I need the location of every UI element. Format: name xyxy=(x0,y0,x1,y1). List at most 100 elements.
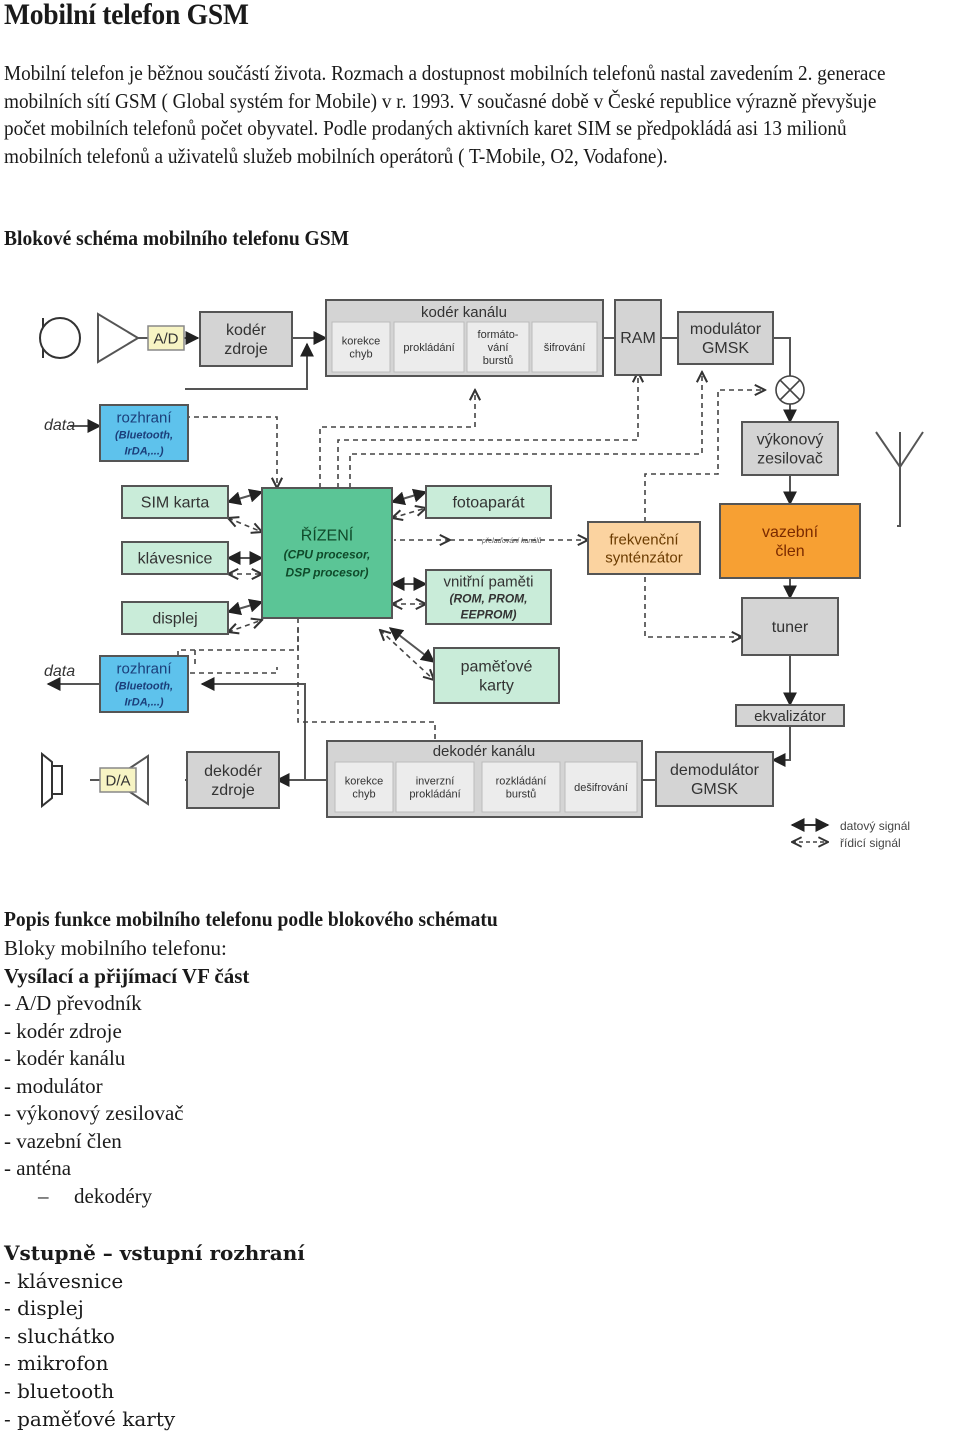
interface-in-block-label: IrDA,...) xyxy=(124,445,163,457)
channel-decoder-step: inverzníprokládání xyxy=(395,761,475,813)
io-list-item: - klávesnice xyxy=(4,1268,124,1293)
camera-block-label: fotoaparát xyxy=(452,495,525,512)
source-coder-block-label: kodér xyxy=(226,322,267,339)
io-section: Vstupně – vstupní rozhraní - klávesnice -… xyxy=(4,1240,305,1433)
rf-subitem-marker: – xyxy=(38,1183,49,1208)
rf-list-item: - anténa xyxy=(4,1156,72,1180)
interface-out-block-label: (Bluetooth, xyxy=(115,680,173,692)
source-decoder-block: dekodér zdroje xyxy=(186,751,280,809)
cpu-block: ŘÍZENÍ (CPU procesor, DSP procesor) xyxy=(261,487,393,619)
keyboard-block: klávesnice xyxy=(121,541,229,575)
channel-coder-title: kodér kanálu xyxy=(421,304,507,321)
memory-cards-block: paměťové karty xyxy=(433,647,560,704)
channel-coder-step-label: korekce xyxy=(342,335,381,347)
channel-coder-step-label: šifrování xyxy=(544,342,586,354)
gsm-block-diagram: A/D kodérzdrojekodér kanálukorekcechybpro… xyxy=(39,299,924,850)
demodulator-block-label: GMSK xyxy=(691,781,738,798)
interface-out-block-label: rozhraní xyxy=(116,660,172,677)
demodulator-block-label: demodulátor xyxy=(670,762,760,779)
channel-decoder-step-label: rozkládání xyxy=(496,775,547,787)
antenna-icon xyxy=(875,431,924,469)
interface-out-block: rozhraní (Bluetooth, IrDA,...) xyxy=(99,655,189,713)
channel-switch-label: přelaďování kanálů xyxy=(481,537,542,545)
sim-card-block: SIM karta xyxy=(121,485,229,519)
mixer-icon xyxy=(775,375,805,405)
internal-memory-block: vnitřní paměti(ROM, PROM, EEPROM) xyxy=(425,569,552,625)
ad-converter-block-label: A/D xyxy=(153,330,178,347)
channel-coder-step-label: formáto- xyxy=(478,329,519,341)
rf-subitem-text: dekodéry xyxy=(74,1183,153,1208)
channel-decoder-step-label: prokládání xyxy=(409,788,460,800)
modulator-block-label: modulátor xyxy=(690,321,762,338)
channel-decoder-step: dešifrování xyxy=(564,761,638,813)
display-block: displej xyxy=(121,601,229,635)
freq-synth-block-label: synténzátor xyxy=(605,549,683,566)
legend-data-signal: datový signál xyxy=(840,819,910,833)
legend-control-signal: řídicí signál xyxy=(840,836,901,850)
interface-out-block-label: IrDA,...) xyxy=(124,696,163,708)
io-heading: Vstupně – vstupní rozhraní xyxy=(4,1241,305,1265)
rf-list-item: - A/D převodník xyxy=(4,991,142,1015)
channel-coder-step-label: vání xyxy=(488,342,509,354)
freq-synth-block-label: frekvenční xyxy=(609,531,679,548)
channel-coder-step: korekcechyb xyxy=(331,321,391,373)
diagram-heading: Blokové schéma mobilního telefonu GSM xyxy=(4,226,350,250)
io-list-item: - mikrofon xyxy=(4,1351,109,1376)
camera-block: fotoaparát xyxy=(425,485,552,519)
memory-cards-block-label: paměťové xyxy=(461,659,533,676)
cpu-block-label: DSP procesor) xyxy=(286,566,369,580)
ram-block: RAM xyxy=(614,299,662,376)
channel-decoder-step-label: dešifrování xyxy=(574,782,628,794)
cpu-block-label: (CPU procesor, xyxy=(284,548,371,562)
io-list-item: - displej xyxy=(4,1296,84,1321)
power-amp-block-label: zesilovač xyxy=(757,451,823,468)
rf-subitem: – dekodéry xyxy=(4,1183,249,1211)
internal-memory-block-label: vnitřní paměti xyxy=(443,573,533,590)
display-block-label: displej xyxy=(152,611,197,628)
page-title: Mobilní telefon GSM xyxy=(4,0,249,31)
data-in-label: data xyxy=(44,417,75,434)
channel-decoder-step: rozkládáníburstů xyxy=(481,761,561,813)
power-amp-block-label: výkonový xyxy=(757,432,824,449)
keyboard-block-label: klávesnice xyxy=(138,551,213,568)
amplifier-tx-icon xyxy=(97,312,140,364)
equalizer-block: ekvalizátor xyxy=(735,704,845,727)
rf-heading: Vysílací a přijímací VF část xyxy=(4,963,250,988)
rf-list-item: - kodér kanálu xyxy=(4,1046,126,1070)
description-heading: Popis funkce mobilního telefonu podle bl… xyxy=(4,907,498,931)
rf-list-item: - vazební člen xyxy=(4,1128,122,1153)
sim-card-block-label: SIM karta xyxy=(141,495,210,512)
modulator-block: modulátor GMSK xyxy=(677,311,774,365)
channel-coder-step: formáto-váníburstů xyxy=(466,321,530,373)
data-out-label: data xyxy=(44,663,75,680)
da-converter-block: D/A xyxy=(99,767,137,793)
channel-coder-step-label: burstů xyxy=(483,355,514,367)
rf-list: - A/D převodník - kodér zdroje - kodér kan… xyxy=(4,990,249,1183)
io-list-item: - bluetooth xyxy=(4,1378,115,1403)
da-converter-block-label: D/A xyxy=(105,772,130,789)
interface-in-block: rozhraní (Bluetooth, IrDA,...) xyxy=(99,404,189,462)
ram-block-label: RAM xyxy=(620,330,656,347)
intro-paragraph: Mobilní telefon je běžnou součástí život… xyxy=(4,61,886,168)
channel-decoder-step-label: chyb xyxy=(352,788,375,800)
demodulator-block: demodulátor GMSK xyxy=(655,751,774,807)
interface-in-block-label: (Bluetooth, xyxy=(115,429,173,441)
rf-list-item: - modulátor xyxy=(4,1073,103,1098)
cpu-block-label: ŘÍZENÍ xyxy=(301,526,354,545)
memory-cards-block-label: karty xyxy=(479,678,514,695)
rf-list-item: - výkonový zesilovač xyxy=(4,1101,184,1125)
microphone-icon xyxy=(39,317,81,359)
source-coder-block-label: zdroje xyxy=(224,341,268,358)
channel-coder-step-label: chyb xyxy=(349,348,372,360)
power-amp-block: výkonový zesilovač xyxy=(741,421,839,476)
speaker-icon xyxy=(41,751,63,809)
channel-coder-step: prokládání xyxy=(393,321,465,373)
freq-synth-block: frekvenčnísynténzátor xyxy=(587,521,701,575)
interface-in-block-label: rozhraní xyxy=(116,409,172,426)
legend: datový signál řídicí signál xyxy=(790,818,910,850)
modulator-block-label: GMSK xyxy=(702,340,749,357)
channel-decoder-step-label: inverzní xyxy=(416,775,455,787)
equalizer-block-label: ekvalizátor xyxy=(754,708,826,725)
channel-decoder-step: korekcechyb xyxy=(334,761,394,813)
coupler-block: vazební člen xyxy=(719,503,861,579)
